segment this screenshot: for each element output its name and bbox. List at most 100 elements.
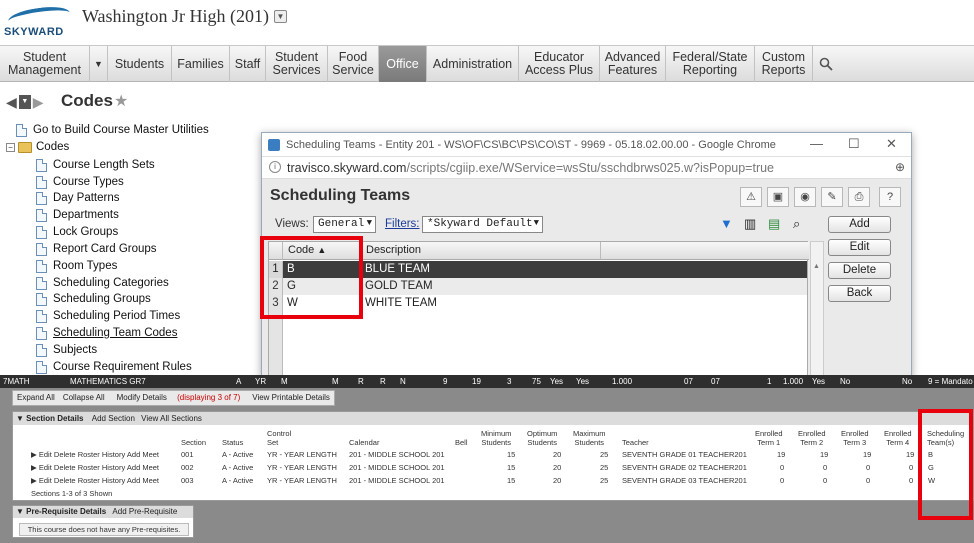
section-row[interactable]: ▶ Edit Delete Roster History Add Meet bbox=[31, 463, 159, 472]
row-delete-link[interactable]: Delete bbox=[54, 463, 76, 472]
edit-button[interactable]: Edit bbox=[828, 239, 891, 256]
search-records-icon[interactable]: ⌕ bbox=[793, 216, 800, 232]
row-history-link[interactable]: History bbox=[102, 450, 125, 459]
document-icon bbox=[36, 242, 47, 256]
view-all-sections-link[interactable]: View All Sections bbox=[141, 414, 202, 423]
tree-item-departments[interactable]: Departments bbox=[36, 207, 119, 223]
nav-label: Families bbox=[177, 56, 224, 71]
info-icon[interactable]: i bbox=[269, 161, 281, 173]
tree-item-scheduling-groups[interactable]: Scheduling Groups bbox=[36, 291, 151, 307]
nav-families[interactable]: Families bbox=[172, 46, 230, 82]
collapse-icon[interactable]: − bbox=[6, 142, 15, 152]
maximize-icon[interactable]: ☐ bbox=[848, 136, 860, 152]
expand-row-icon[interactable]: ▶ bbox=[31, 450, 37, 459]
tree-item-day-patterns[interactable]: Day Patterns bbox=[36, 190, 119, 206]
row-roster-link[interactable]: Roster bbox=[78, 463, 100, 472]
nav-student-services[interactable]: Student Services bbox=[266, 46, 328, 82]
expand-row-icon[interactable]: ▶ bbox=[31, 476, 37, 485]
grid-scrollbar[interactable]: ▲ bbox=[810, 241, 824, 381]
cell-max: 25 bbox=[600, 476, 609, 485]
expand-all-link[interactable]: Expand All bbox=[13, 391, 59, 405]
nav-staff[interactable]: Staff bbox=[230, 46, 266, 82]
tree-item-room-types[interactable]: Room Types bbox=[36, 258, 117, 274]
column-header-description[interactable]: Description bbox=[361, 242, 601, 260]
tree-item-subjects[interactable]: Subjects bbox=[36, 342, 97, 358]
delete-button[interactable]: Delete bbox=[828, 262, 891, 279]
tree-item-scheduling-categories[interactable]: Scheduling Categories bbox=[36, 275, 169, 291]
column-label: Description bbox=[366, 244, 422, 256]
tree-item-build-course-master[interactable]: Go to Build Course Master Utilities bbox=[16, 122, 209, 138]
print-icon[interactable]: ⎙ bbox=[848, 187, 870, 207]
add-prerequisite-link[interactable]: Add Pre-Requisite bbox=[112, 507, 177, 516]
tree-item-course-types[interactable]: Course Types bbox=[36, 174, 124, 190]
forward-arrow-icon[interactable]: ▶ bbox=[33, 94, 44, 111]
tree-item-course-requirement-rules[interactable]: Course Requirement Rules bbox=[36, 359, 192, 375]
close-icon[interactable]: ✕ bbox=[886, 136, 897, 152]
chart-icon[interactable]: ▥ bbox=[744, 216, 756, 232]
collapse-triangle-icon[interactable]: ▼ bbox=[16, 414, 24, 423]
favorite-star-icon[interactable]: ★ bbox=[114, 91, 128, 111]
scheduling-teams-title: Scheduling Teams bbox=[270, 187, 411, 204]
filters-select[interactable]: *Skyward Default ▼ bbox=[422, 216, 543, 233]
expand-row-icon[interactable]: ▶ bbox=[31, 463, 37, 472]
col-calendar: Calendar bbox=[349, 438, 380, 447]
cell-opt: 20 bbox=[553, 450, 562, 459]
school-dropdown-icon[interactable]: ▼ bbox=[274, 10, 287, 23]
row-history-link[interactable]: History bbox=[102, 476, 125, 485]
nav-advanced-features[interactable]: Advanced Features bbox=[600, 46, 666, 82]
row-roster-link[interactable]: Roster bbox=[78, 476, 100, 485]
back-button[interactable]: Back bbox=[828, 285, 891, 302]
filter-icon[interactable]: ▼ bbox=[720, 216, 733, 231]
views-select[interactable]: General ▼ bbox=[313, 216, 376, 233]
tree-item-scheduling-team-codes[interactable]: Scheduling Team Codes bbox=[36, 325, 177, 341]
nav-administration[interactable]: Administration bbox=[427, 46, 519, 82]
help-icon[interactable]: ? bbox=[879, 187, 901, 207]
collapse-triangle-icon[interactable]: ▼ bbox=[16, 507, 24, 516]
document-icon bbox=[16, 123, 27, 137]
nav-office[interactable]: Office bbox=[379, 46, 427, 82]
row-edit-link[interactable]: Edit bbox=[39, 463, 52, 472]
row-add-meet-link[interactable]: Add Meet bbox=[127, 463, 159, 472]
nav-students[interactable]: Students bbox=[108, 46, 172, 82]
tree-item-course-length-sets[interactable]: Course Length Sets bbox=[36, 157, 155, 173]
nav-custom-reports[interactable]: Custom Reports bbox=[755, 46, 813, 82]
nav-food-service[interactable]: Food Service bbox=[328, 46, 379, 82]
cell-control: YR - YEAR LENGTH bbox=[267, 450, 337, 459]
row-edit-link[interactable]: Edit bbox=[39, 476, 52, 485]
minimize-icon[interactable]: — bbox=[810, 136, 823, 151]
tree-item-scheduling-period-times[interactable]: Scheduling Period Times bbox=[36, 308, 180, 324]
tree-item-report-card-groups[interactable]: Report Card Groups bbox=[36, 241, 157, 257]
row-edit-link[interactable]: Edit bbox=[39, 450, 52, 459]
section-row[interactable]: ▶ Edit Delete Roster History Add Meet bbox=[31, 450, 159, 459]
nav-educator-access-plus[interactable]: Educator Access Plus bbox=[519, 46, 600, 82]
row-delete-link[interactable]: Delete bbox=[54, 450, 76, 459]
section-row[interactable]: ▶ Edit Delete Roster History Add Meet bbox=[31, 476, 159, 485]
row-roster-link[interactable]: Roster bbox=[78, 450, 100, 459]
collapse-all-link[interactable]: Collapse All bbox=[59, 391, 109, 405]
tree-folder-codes[interactable]: − Codes bbox=[6, 139, 69, 155]
address-bar[interactable]: i travisco.skyward.com/scripts/cgiip.exe… bbox=[262, 157, 911, 179]
camera-icon[interactable]: ◉ bbox=[794, 187, 816, 207]
printable-details-link[interactable]: View Printable Details bbox=[248, 391, 334, 405]
add-button[interactable]: Add bbox=[828, 216, 891, 233]
nav-federal-state-reporting[interactable]: Federal/State Reporting bbox=[666, 46, 755, 82]
add-section-link[interactable]: Add Section bbox=[92, 414, 135, 423]
row-history-link[interactable]: History bbox=[102, 463, 125, 472]
export-icon[interactable]: ▤ bbox=[768, 216, 780, 232]
monitor-icon[interactable]: ▣ bbox=[767, 187, 789, 207]
zoom-icon[interactable]: ⊕ bbox=[895, 160, 905, 174]
scroll-up-icon[interactable]: ▲ bbox=[813, 263, 820, 270]
row-delete-link[interactable]: Delete bbox=[54, 476, 76, 485]
history-menu-icon[interactable]: ▼ bbox=[18, 95, 31, 109]
nav-student-management[interactable]: Student Management bbox=[0, 46, 90, 82]
tree-item-lock-groups[interactable]: Lock Groups bbox=[36, 224, 118, 240]
row-add-meet-link[interactable]: Add Meet bbox=[127, 450, 159, 459]
nav-dropdown-icon[interactable]: ▼ bbox=[90, 46, 108, 82]
search-icon[interactable] bbox=[813, 46, 839, 82]
notes-icon[interactable]: ✎ bbox=[821, 187, 843, 207]
filters-label[interactable]: Filters: bbox=[385, 218, 420, 230]
alert-icon[interactable]: ⚠ bbox=[740, 187, 762, 207]
modify-details-link[interactable]: Modify Details (displaying 3 of 7) bbox=[109, 391, 249, 405]
row-add-meet-link[interactable]: Add Meet bbox=[127, 476, 159, 485]
back-arrow-icon[interactable]: ◀ bbox=[6, 94, 17, 111]
